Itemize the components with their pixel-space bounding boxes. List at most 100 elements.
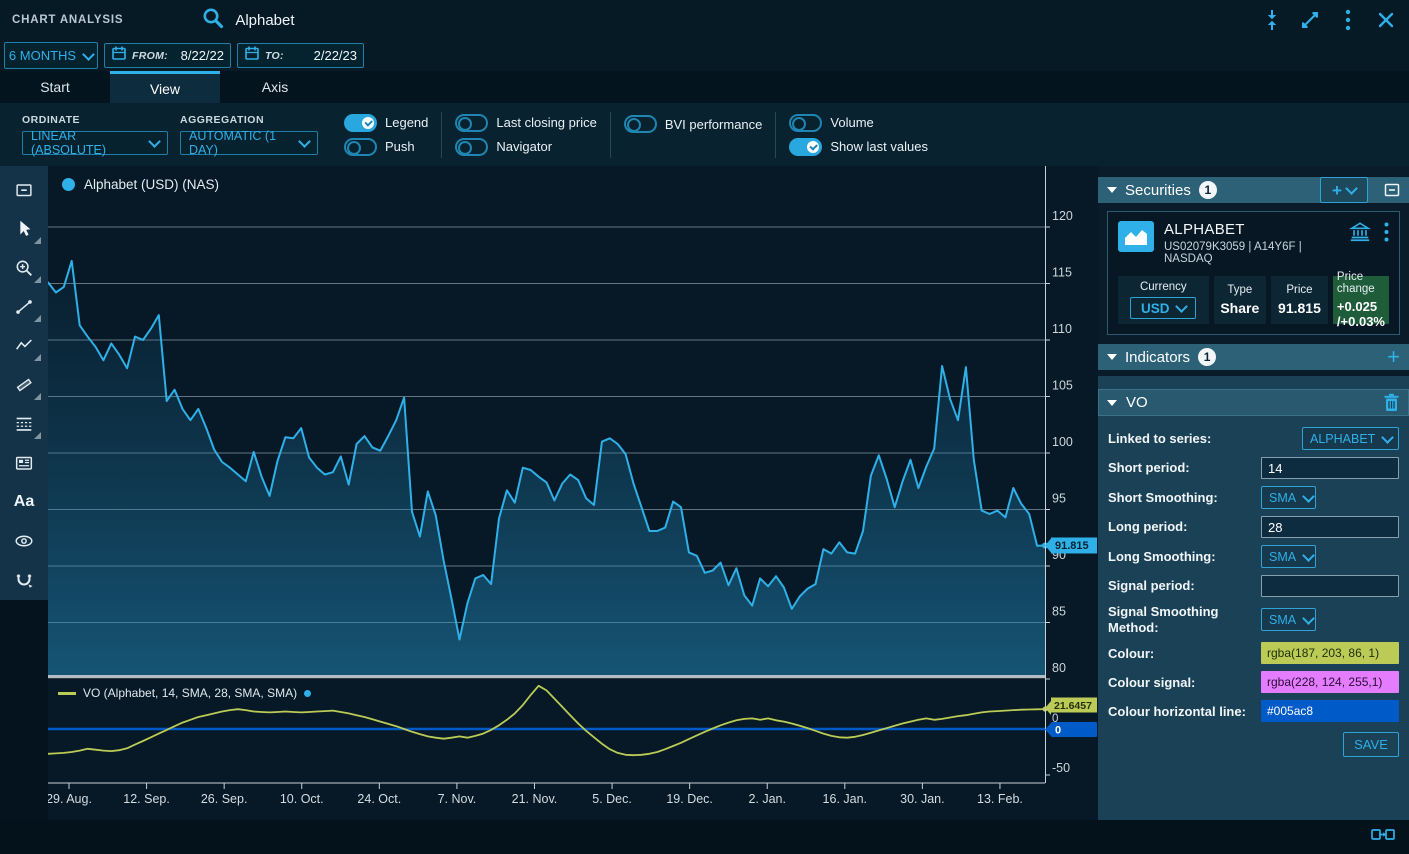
parallel-channel-icon[interactable]	[6, 369, 42, 401]
vo-indicator-header[interactable]: VO	[1098, 389, 1409, 416]
security-search[interactable]: Alphabet	[201, 6, 294, 35]
calendar-icon	[244, 45, 260, 66]
price-chart[interactable]: 120115110105100959085800-5029. Aug.12. S…	[48, 166, 1098, 820]
toggle-switch[interactable]	[789, 114, 822, 132]
add-security-button[interactable]: +	[1320, 177, 1368, 203]
status-bar	[0, 820, 1409, 854]
toggle-switch[interactable]	[789, 138, 822, 156]
divider	[610, 112, 611, 158]
search-input[interactable]: Alphabet	[235, 12, 294, 29]
chart-canvas[interactable]: 120115110105100959085800-5029. Aug.12. S…	[48, 166, 1098, 820]
colour-horizontal-line-input[interactable]: #005ac8	[1261, 700, 1399, 722]
collapse-caret-icon	[1107, 400, 1117, 406]
aggregation-dropdown[interactable]: AUTOMATIC (1 DAY)	[180, 131, 318, 155]
colour-input[interactable]: rgba(187, 203, 86, 1)	[1261, 642, 1399, 664]
toggle-legend[interactable]: Legend	[344, 114, 428, 132]
close-icon[interactable]	[1375, 9, 1397, 31]
toggle-last-closing-price[interactable]: Last closing price	[455, 114, 596, 132]
series-color-dot	[62, 178, 75, 191]
text-tool-icon[interactable]: Aa	[6, 486, 42, 518]
signal-period-input[interactable]	[1261, 575, 1399, 597]
svg-text:105: 105	[1052, 379, 1073, 393]
colour-signal-input[interactable]: rgba(228, 124, 255,1)	[1261, 671, 1399, 693]
magnet-icon[interactable]	[6, 564, 42, 596]
chevron-down-icon	[148, 135, 161, 148]
securities-section-header[interactable]: Securities 1 +	[1098, 177, 1409, 203]
kebab-menu-icon[interactable]	[1384, 222, 1389, 247]
tab-start[interactable]: Start	[0, 71, 110, 103]
toggle-switch[interactable]	[624, 115, 657, 133]
divider	[775, 112, 776, 158]
toggle-switch[interactable]	[344, 138, 377, 156]
topbar: CHART ANALYSIS Alphabet	[0, 0, 1409, 40]
short-period-input[interactable]: 14	[1261, 457, 1399, 479]
eye-icon[interactable]	[6, 525, 42, 557]
security-card[interactable]: ALPHABET US02079K3059 | A14Y6F | NASDAQ	[1107, 211, 1400, 335]
series-legend[interactable]: Alphabet (USD) (NAS)	[62, 177, 219, 192]
long-smoothing-dropdown[interactable]: SMA	[1261, 545, 1316, 568]
add-indicator-button[interactable]: +	[1387, 346, 1400, 368]
svg-text:100: 100	[1052, 435, 1073, 449]
svg-text:10. Oct.: 10. Oct.	[280, 792, 324, 806]
trash-icon[interactable]	[1383, 393, 1400, 412]
svg-text:24. Oct.: 24. Oct.	[357, 792, 401, 806]
toggle-switch[interactable]	[344, 114, 377, 132]
svg-text:115: 115	[1052, 266, 1072, 280]
tab-axis[interactable]: Axis	[220, 71, 330, 103]
ordinate-dropdown[interactable]: LINEAR (ABSOLUTE)	[22, 131, 168, 155]
collapse-vertical-icon[interactable]	[1261, 9, 1283, 31]
toggle-bvi-performance[interactable]: BVI performance	[624, 115, 763, 133]
area-chart-icon	[1118, 221, 1154, 252]
linked-series-dropdown[interactable]: ALPHABET	[1302, 427, 1399, 450]
range-preset-dropdown[interactable]: 6 MONTHS	[4, 42, 98, 69]
bank-icon[interactable]	[1349, 221, 1371, 248]
collapse-panel-icon[interactable]	[6, 174, 42, 206]
cursor-icon[interactable]	[6, 213, 42, 245]
toggle-push[interactable]: Push	[344, 138, 428, 156]
collapse-window-icon[interactable]	[1384, 182, 1400, 198]
zoom-in-icon[interactable]	[6, 252, 42, 284]
save-button[interactable]: SAVE	[1343, 732, 1399, 757]
zigzag-icon[interactable]	[6, 330, 42, 362]
field-short-period: Short period: 14	[1108, 457, 1399, 479]
svg-text:110: 110	[1052, 322, 1072, 336]
toggle-switch[interactable]	[455, 114, 488, 132]
trend-line-icon[interactable]	[6, 291, 42, 323]
from-date-value[interactable]: 8/22/22	[181, 48, 224, 63]
field-short-smoothing: Short Smoothing: SMA	[1108, 486, 1399, 509]
kebab-menu-icon[interactable]	[1337, 9, 1359, 31]
toggle-navigator[interactable]: Navigator	[455, 138, 596, 156]
toggle-volume[interactable]: Volume	[789, 114, 928, 132]
short-smoothing-dropdown[interactable]: SMA	[1261, 486, 1316, 509]
chevron-down-icon	[1302, 549, 1315, 562]
horizontal-lines-icon[interactable]	[6, 408, 42, 440]
from-date-field[interactable]: FROM: 8/22/22	[104, 43, 231, 68]
to-date-value[interactable]: 2/22/23	[314, 48, 357, 63]
indicators-section-header[interactable]: Indicators 1 +	[1098, 344, 1409, 370]
field-colour-horizontal-line: Colour horizontal line: #005ac8	[1108, 700, 1399, 722]
long-period-input[interactable]: 28	[1261, 516, 1399, 538]
vo-legend[interactable]: VO (Alphabet, 14, SMA, 28, SMA, SMA)	[58, 686, 311, 700]
signal-smoothing-dropdown[interactable]: SMA	[1261, 608, 1316, 631]
calendar-icon	[111, 45, 127, 66]
expand-icon[interactable]	[1299, 9, 1321, 31]
svg-text:13. Feb.: 13. Feb.	[977, 792, 1023, 806]
right-panel: Securities 1 + ALPHABET US02079K3059 | A…	[1098, 166, 1409, 820]
ribbon-tabs: Start View Axis	[0, 71, 1409, 103]
toggle-switch[interactable]	[455, 138, 488, 156]
chart-analysis-window: CHART ANALYSIS Alphabet 6 MONTHS	[0, 0, 1409, 854]
view-toolbar: ORDINATE LINEAR (ABSOLUTE) AGGREGATION A…	[0, 103, 1409, 166]
toggle-show-last-values[interactable]: Show last values	[789, 138, 928, 156]
indicator-settings: VO Linked to series: ALPHABET Short peri…	[1098, 376, 1409, 820]
svg-text:19. Dec.: 19. Dec.	[666, 792, 713, 806]
chevron-down-icon	[1381, 431, 1394, 444]
currency-dropdown[interactable]: USD	[1130, 297, 1196, 319]
field-colour-signal: Colour signal: rgba(228, 124, 255,1)	[1108, 671, 1399, 693]
collapse-caret-icon	[1107, 187, 1117, 193]
svg-text:-50: -50	[1052, 761, 1070, 775]
vo-legend-dot[interactable]	[304, 690, 311, 697]
tab-view[interactable]: View	[110, 71, 220, 103]
news-icon[interactable]	[6, 447, 42, 479]
to-date-field[interactable]: TO: 2/22/23	[237, 43, 364, 68]
link-icon[interactable]	[1371, 828, 1395, 846]
